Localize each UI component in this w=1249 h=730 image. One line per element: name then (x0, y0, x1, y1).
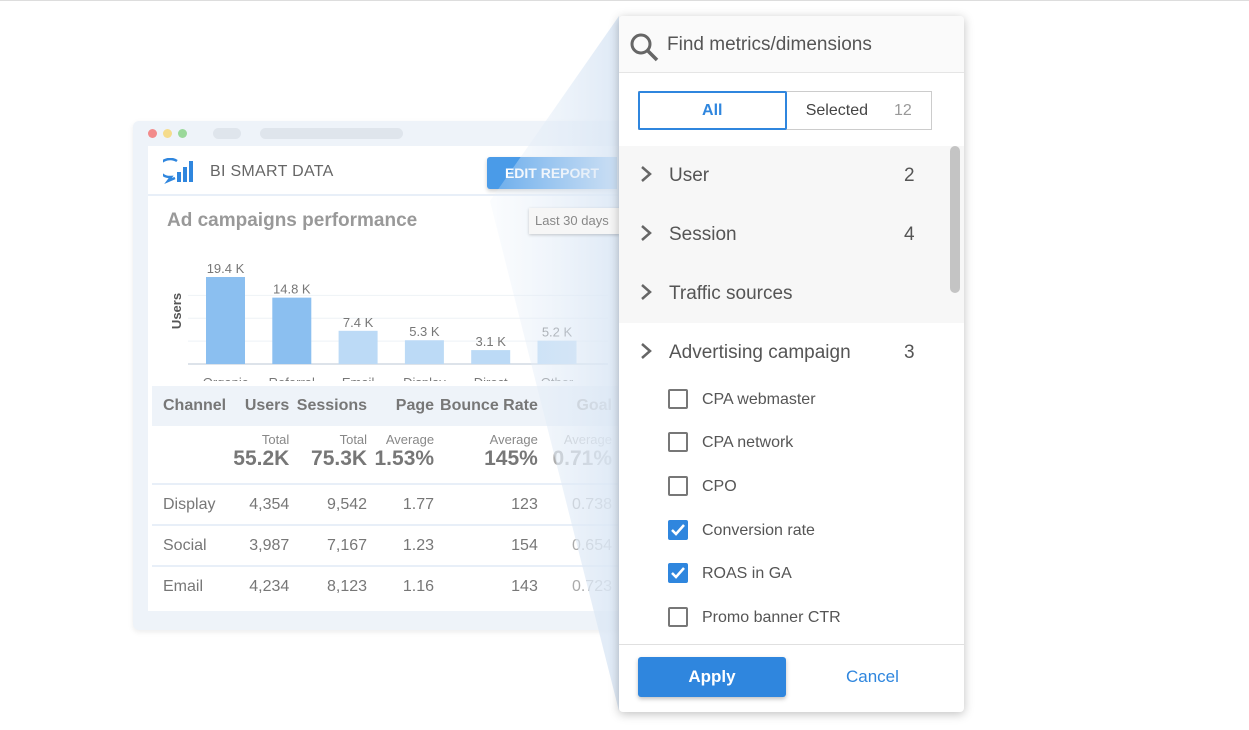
group-traffic-sources[interactable]: Traffic sources (619, 264, 964, 323)
tab-selected-label: Selected (805, 102, 868, 119)
filter-tabs: All Selected 12 (638, 91, 932, 130)
selected-count: 12 (893, 102, 912, 119)
group-label: Session (669, 224, 737, 245)
search-bar (619, 16, 964, 73)
apply-button[interactable]: Apply (638, 657, 786, 697)
metric-label: CPA webmaster (702, 391, 816, 408)
cancel-button[interactable]: Cancel (846, 667, 899, 687)
checkmark-icon (671, 524, 685, 536)
metric-label: CPA network (702, 434, 794, 451)
metric-label: Conversion rate (702, 522, 815, 539)
group-advertising-campaign[interactable]: Advertising campaign 3 (619, 323, 964, 382)
group-label: Traffic sources (669, 283, 793, 304)
metric-label: ROAS in GA (702, 565, 792, 582)
group-count: 2 (904, 165, 915, 186)
tab-all[interactable]: All (638, 91, 787, 130)
chevron-right-icon (641, 166, 652, 182)
tab-selected[interactable]: Selected 12 (787, 92, 932, 129)
group-session[interactable]: Session 4 (619, 205, 964, 264)
metrics-picker-panel: All Selected 12 User 2 Session 4 Traffic sour… (619, 16, 964, 712)
panel-connector (490, 16, 619, 711)
checkbox[interactable] (668, 389, 688, 409)
panel-footer: Apply Cancel (619, 644, 964, 712)
group-label: User (669, 165, 710, 186)
chevron-right-icon (641, 343, 652, 359)
checkbox-checked[interactable] (668, 520, 688, 540)
metric-label: Promo banner CTR (702, 609, 841, 626)
tab-all-label: All (702, 102, 723, 119)
group-label: Advertising campaign (669, 342, 851, 363)
group-count: 4 (904, 224, 915, 245)
scrollbar[interactable] (950, 146, 960, 293)
search-input[interactable] (667, 34, 947, 56)
checkmark-icon (671, 567, 685, 579)
checkbox[interactable] (668, 607, 688, 627)
chevron-right-icon (641, 284, 652, 300)
group-count: 3 (904, 342, 915, 363)
checkbox[interactable] (668, 432, 688, 452)
metric-label: CPO (702, 478, 737, 495)
checkbox-checked[interactable] (668, 563, 688, 583)
search-icon (630, 33, 659, 62)
chevron-right-icon (641, 225, 652, 241)
date-range-select[interactable]: Last 30 days (529, 208, 619, 234)
checkbox[interactable] (668, 476, 688, 496)
group-user[interactable]: User 2 (619, 146, 964, 205)
